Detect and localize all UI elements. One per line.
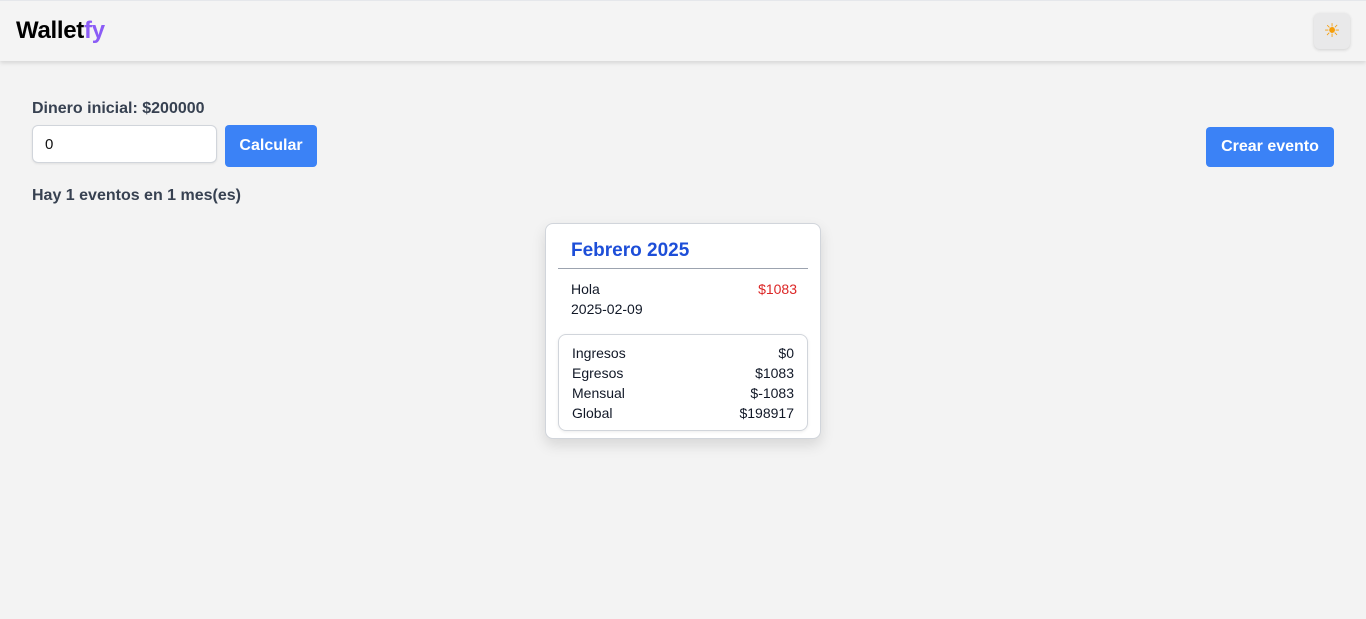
month-divider xyxy=(558,268,808,269)
total-row-global: Global $198917 xyxy=(572,403,794,423)
calculate-button[interactable]: Calcular xyxy=(225,125,317,167)
event-amount: $1083 xyxy=(758,281,797,297)
app-logo[interactable]: Walletfy xyxy=(16,17,105,45)
total-row-egresos: Egresos $1083 xyxy=(572,363,794,383)
total-value: $198917 xyxy=(739,405,794,421)
brand-main: Wallet xyxy=(16,17,84,44)
brand-accent: fy xyxy=(84,17,105,44)
event-date: 2025-02-09 xyxy=(571,301,643,317)
navbar: Walletfy ☀ xyxy=(0,0,1366,61)
create-event-button[interactable]: Crear evento xyxy=(1206,127,1334,167)
total-label: Egresos xyxy=(572,365,624,381)
amount-input[interactable] xyxy=(32,125,217,163)
total-label: Mensual xyxy=(572,385,625,401)
total-value: $-1083 xyxy=(750,385,794,401)
total-value: $1083 xyxy=(755,365,794,381)
sun-icon: ☀ xyxy=(1323,20,1341,42)
events-summary: Hay 1 eventos en 1 mes(es) xyxy=(32,187,241,204)
total-value: $0 xyxy=(778,345,794,361)
total-label: Global xyxy=(572,405,613,421)
theme-toggle-button[interactable]: ☀ xyxy=(1314,13,1350,49)
month-totals: Ingresos $0 Egresos $1083 Mensual $-1083… xyxy=(558,334,808,431)
month-card: Febrero 2025 Hola $1083 2025-02-09 Ingre… xyxy=(545,223,821,439)
total-row-ingresos: Ingresos $0 xyxy=(572,343,794,363)
event-name: Hola xyxy=(571,281,600,297)
total-label: Ingresos xyxy=(572,345,626,361)
initial-money-label: Dinero inicial: $200000 xyxy=(32,100,205,117)
month-title: Febrero 2025 xyxy=(571,240,690,261)
event-item[interactable]: Hola $1083 2025-02-09 xyxy=(571,279,797,319)
total-row-mensual: Mensual $-1083 xyxy=(572,383,794,403)
